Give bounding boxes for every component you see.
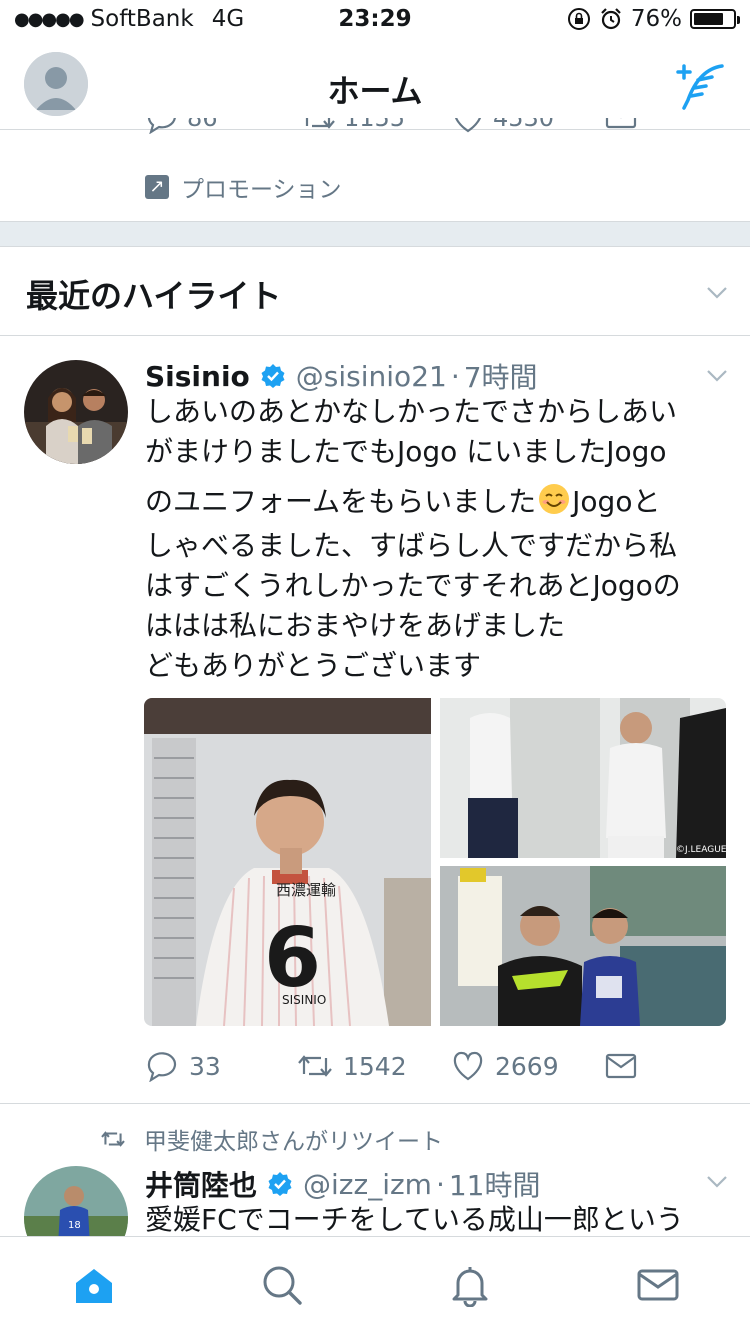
- tweet-text-line: どもありがとうございます: [145, 649, 482, 682]
- promoted-arrow-icon: ↗: [145, 175, 169, 199]
- tweet-text-line: しゃべるました、すばらし人ですだから私: [145, 529, 678, 562]
- photo-locker-room: ©J.LEAGUE: [440, 698, 726, 858]
- tweet-text-segment: のユニフォームをもらいました: [145, 485, 537, 518]
- direct-message-button[interactable]: [605, 1046, 647, 1086]
- photo-player-jersey: 西濃運輸 6 SISINIO: [144, 698, 431, 1026]
- tweet-author-avatar[interactable]: [24, 360, 128, 464]
- status-right: 76%: [567, 6, 740, 32]
- prev-like-button[interactable]: 4530: [451, 118, 591, 134]
- battery-percent: 76%: [630, 6, 682, 32]
- tweet-text: しあいのあとかなしかったでさからしあい がまけりましたでもJogo にいましたJ…: [145, 392, 730, 686]
- verified-badge-icon: [261, 364, 285, 388]
- chevron-down-icon[interactable]: [706, 281, 728, 303]
- prev-reply-button[interactable]: 86: [145, 118, 265, 134]
- svg-text:18: 18: [68, 1220, 81, 1231]
- promoted-text: プロモーション: [181, 177, 342, 203]
- highlights-title: 最近のハイライト: [26, 277, 282, 315]
- reply-icon: [147, 1052, 177, 1082]
- prev-retweet-button[interactable]: 1155: [300, 118, 440, 134]
- tweet-text-line: しあいのあとかなしかったでさからしあい: [145, 395, 678, 428]
- reply-icon: [147, 118, 176, 134]
- like-button[interactable]: 2669: [451, 1046, 559, 1086]
- tweet-divider: [0, 1103, 750, 1104]
- bottom-tab-bar: [0, 1236, 750, 1334]
- like-count: 2669: [495, 1051, 559, 1081]
- tweet-text-line: のユニフォームをもらいました Jogoと: [145, 472, 730, 526]
- status-bar: ●●●●● SoftBank 4G 23:29 76%: [0, 0, 750, 40]
- prev-retweet-count: 1155: [344, 118, 406, 132]
- photo-players-meeting: [440, 866, 726, 1026]
- tweet-text-line: ははは私におまやけをあげました: [145, 609, 566, 642]
- tweet2-menu-chevron-icon[interactable]: [706, 1170, 728, 1192]
- home-icon[interactable]: [72, 1263, 116, 1307]
- tweet-author-name[interactable]: Sisinio: [145, 360, 250, 393]
- notifications-icon[interactable]: [448, 1263, 492, 1307]
- battery-icon: [690, 9, 740, 29]
- messages-icon[interactable]: [636, 1263, 680, 1307]
- tweet-timestamp[interactable]: 7時間: [464, 356, 538, 396]
- smiling-face-emoji-icon: [539, 484, 570, 514]
- highlights-header[interactable]: 最近のハイライト: [0, 247, 750, 336]
- previous-tweet-actions: 86 1155 4530: [145, 118, 705, 148]
- svg-text:©J.LEAGUE: ©J.LEAGUE: [676, 845, 726, 855]
- promoted-label: ↗ プロモーション: [145, 170, 342, 204]
- avatar-photo: [24, 360, 128, 464]
- retweet-small-icon: [101, 1131, 125, 1147]
- prev-dm-button[interactable]: [605, 118, 637, 136]
- tweet-text-segment: Jogoと: [572, 485, 661, 518]
- battery-fill: [694, 13, 723, 25]
- separator-dot: ·: [435, 1167, 445, 1201]
- retweeted-by-label: 甲斐健太郎さんがリツイート: [144, 1129, 443, 1155]
- tweet-author-handle[interactable]: @sisinio21: [296, 360, 447, 393]
- tweet2-text: 愛媛FCでコーチをしている成山一郎という: [145, 1203, 684, 1236]
- alarm-icon: [601, 8, 621, 30]
- page-title: ホーム: [327, 72, 423, 110]
- top-nav-bar: ホーム: [0, 40, 750, 130]
- like-icon: [453, 1051, 483, 1081]
- separator-dot: ·: [450, 359, 460, 393]
- tweet-photo-3[interactable]: [440, 866, 726, 1026]
- tweet-photo-1[interactable]: 西濃運輸 6 SISINIO: [144, 698, 431, 1026]
- mail-icon: [605, 118, 637, 129]
- prev-reply-count: 86: [187, 118, 218, 132]
- retweet-icon: [298, 1055, 332, 1077]
- reply-button[interactable]: 33: [145, 1046, 221, 1086]
- like-icon: [455, 118, 481, 133]
- prev-like-count: 4530: [493, 118, 555, 132]
- search-icon[interactable]: [260, 1263, 304, 1307]
- tweet2-author-handle[interactable]: @izz_izm: [303, 1168, 432, 1201]
- tweet-photo-2[interactable]: ©J.LEAGUE: [440, 698, 726, 858]
- retweet-context[interactable]: 甲斐健太郎さんがリツイート: [100, 1122, 443, 1156]
- retweet-icon: [305, 118, 335, 129]
- compose-tweet-icon[interactable]: [672, 60, 728, 112]
- mail-icon: [605, 1053, 637, 1079]
- tweet-header: Sisinio @sisinio21 · 7時間: [145, 356, 538, 396]
- svg-text:西濃運輸: 西濃運輸: [276, 881, 336, 899]
- orientation-lock-icon: [567, 8, 590, 30]
- tweet-media-grid: 西濃運輸 6 SISINIO ©J.LEAGUE: [144, 698, 726, 1026]
- tweet-text-line: はすごくうれしかったですそれあとJogoの: [145, 569, 681, 602]
- section-separator: [0, 221, 750, 247]
- tweet-text-line: がまけりましたでもJogo にいましたJogo: [145, 435, 667, 468]
- verified-badge-icon: [268, 1172, 292, 1196]
- svg-text:SISINIO: SISINIO: [282, 993, 326, 1007]
- tweet-actions: 33 1542 2669: [145, 1046, 705, 1086]
- svg-text:6: 6: [264, 911, 321, 1006]
- retweet-count: 1542: [343, 1051, 407, 1081]
- retweet-button[interactable]: 1542: [297, 1046, 407, 1086]
- reply-count: 33: [189, 1051, 221, 1081]
- tweet-menu-chevron-icon[interactable]: [706, 364, 728, 386]
